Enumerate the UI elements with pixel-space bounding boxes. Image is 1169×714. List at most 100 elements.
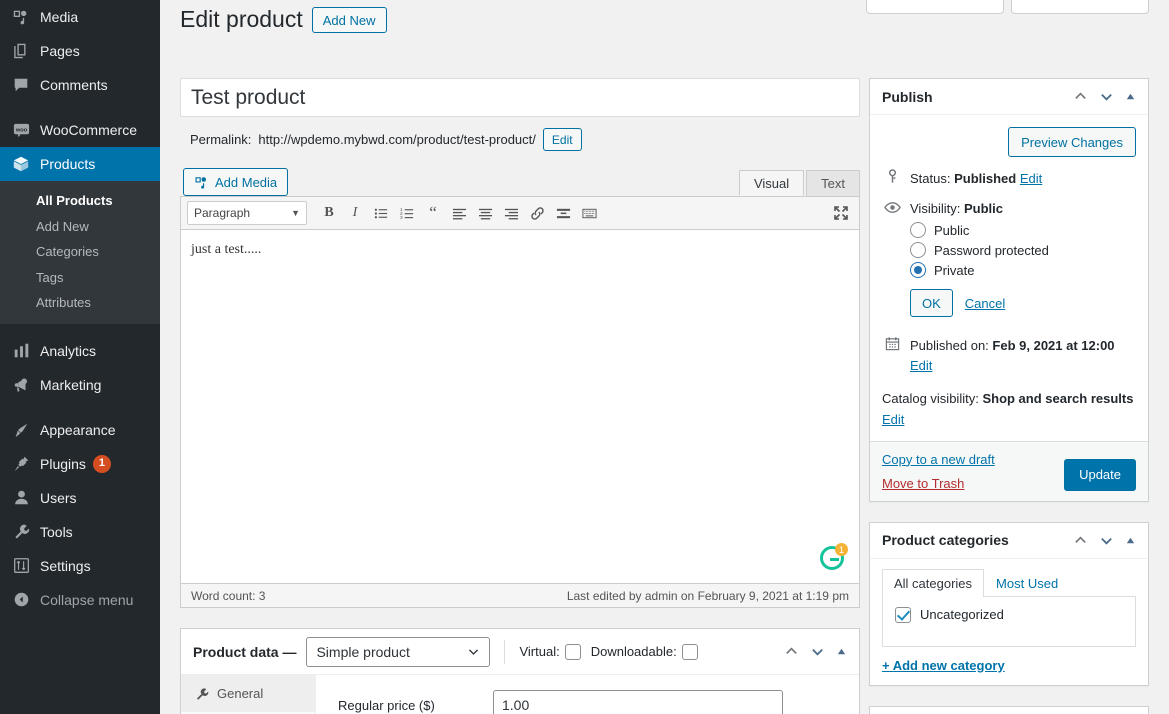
sidebar-item-analytics[interactable]: Analytics — [0, 334, 160, 368]
tab-most-used[interactable]: Most Used — [984, 569, 1070, 597]
sidebar-item-label: Plugins — [40, 455, 86, 472]
virtual-checkbox-label[interactable]: Virtual: — [519, 643, 581, 660]
move-down-icon[interactable] — [810, 644, 825, 659]
product-tags-header: Product tags — [870, 707, 1148, 714]
permalink-edit-button[interactable]: Edit — [542, 128, 582, 151]
submenu-item-categories[interactable]: Categories — [0, 239, 160, 265]
radio-public[interactable] — [910, 222, 926, 238]
sidebar-item-marketing[interactable]: Marketing — [0, 368, 160, 402]
grammarly-icon[interactable]: 1 — [820, 543, 848, 572]
sidebar-item-tools[interactable]: Tools — [0, 515, 160, 549]
move-up-icon[interactable] — [784, 644, 799, 659]
product-data-tab-general[interactable]: General — [181, 675, 315, 712]
help-button[interactable] — [1011, 0, 1149, 14]
link-icon[interactable] — [525, 201, 549, 225]
blockquote-icon[interactable]: “ — [421, 201, 445, 225]
editor-content-area[interactable]: just a test..... 1 — [180, 230, 860, 584]
product-title-input[interactable] — [191, 84, 849, 111]
editor-toolbar: Paragraph ▼ B I 123 “ — [180, 196, 860, 230]
sidebar-item-pages[interactable]: Pages — [0, 34, 160, 68]
visibility-option-password-protected[interactable]: Password protected — [910, 240, 1136, 260]
numbered-list-icon[interactable]: 123 — [395, 201, 419, 225]
move-up-icon[interactable] — [1073, 89, 1088, 104]
submenu-item-add-new[interactable]: Add New — [0, 214, 160, 240]
status-edit-link[interactable]: Edit — [1020, 171, 1042, 186]
published-on-edit-link[interactable]: Edit — [910, 358, 932, 373]
move-to-trash-link[interactable]: Move to Trash — [882, 476, 995, 491]
add-media-icon — [194, 175, 209, 190]
sidebar-item-label: Media — [40, 9, 79, 25]
sidebar-item-settings[interactable]: Settings — [0, 549, 160, 583]
downloadable-checkbox-label[interactable]: Downloadable: — [591, 643, 698, 660]
sidebar-item-woocommerce[interactable]: woo WooCommerce — [0, 113, 160, 147]
radio-password-protected[interactable] — [910, 242, 926, 258]
visibility-option-private[interactable]: Private — [910, 260, 1136, 280]
publish-major-actions: Copy to a new draft Move to Trash Update — [870, 440, 1148, 501]
sidebar-item-media[interactable]: Media — [0, 0, 160, 34]
sidebar-item-users[interactable]: Users — [0, 481, 160, 515]
sidebar-item-products[interactable]: Products — [0, 147, 168, 181]
copy-to-new-draft-link[interactable]: Copy to a new draft — [882, 452, 995, 467]
editor-status-bar: Word count: 3 Last edited by admin on Fe… — [180, 584, 860, 608]
publish-metabox-title: Publish — [882, 88, 933, 105]
radio-private[interactable] — [910, 262, 926, 278]
regular-price-input[interactable]: 1.00 — [493, 690, 783, 714]
align-center-icon[interactable] — [473, 201, 497, 225]
submenu-item-all-products[interactable]: All Products — [0, 188, 160, 214]
product-categories-title: Product categories — [882, 532, 1009, 549]
sidebar-separator — [0, 402, 160, 413]
preview-changes-button[interactable]: Preview Changes — [1008, 127, 1136, 157]
toolbar-toggle-icon[interactable] — [577, 201, 601, 225]
tab-all-categories[interactable]: All categories — [882, 568, 985, 597]
visibility-ok-button[interactable]: OK — [910, 289, 953, 317]
screen-options-button[interactable] — [866, 0, 1004, 14]
submenu-item-tags[interactable]: Tags — [0, 265, 160, 291]
bold-icon[interactable]: B — [317, 201, 341, 225]
product-title-wrap — [180, 78, 860, 117]
add-media-button[interactable]: Add Media — [183, 168, 289, 196]
add-new-category-link[interactable]: + Add new category — [882, 658, 1005, 673]
tab-text[interactable]: Text — [806, 170, 860, 196]
product-tags-metabox: Product tags — [869, 705, 1149, 714]
toggle-panel-icon[interactable] — [1125, 535, 1136, 546]
publish-metabox: Publish Preview Changes Status: Publishe… — [869, 78, 1149, 502]
downloadable-checkbox[interactable] — [681, 643, 698, 660]
category-item-uncategorized[interactable]: Uncategorized — [895, 606, 1123, 623]
admin-sidebar: Media Pages Comments woo WooCommerce Pro… — [0, 0, 168, 714]
update-button[interactable]: Update — [1064, 458, 1136, 491]
sidebar-item-comments[interactable]: Comments — [0, 68, 160, 102]
align-left-icon[interactable] — [447, 201, 471, 225]
product-type-select[interactable]: Simple product — [306, 636, 491, 667]
bulleted-list-icon[interactable] — [369, 201, 393, 225]
sidebar-item-collapse-menu[interactable]: Collapse menu — [0, 583, 160, 617]
paragraph-format-select[interactable]: Paragraph ▼ — [187, 201, 307, 225]
visibility-option-label: Password protected — [934, 242, 1049, 258]
toggle-panel-icon[interactable] — [1125, 91, 1136, 102]
status-value: Published — [954, 171, 1017, 186]
move-up-icon[interactable] — [1073, 533, 1088, 548]
tab-visual[interactable]: Visual — [738, 170, 805, 196]
category-checkbox[interactable] — [895, 606, 911, 623]
products-submenu: All Products Add New Categories Tags Att… — [0, 181, 160, 324]
sidebar-item-plugins[interactable]: Plugins 1 — [0, 447, 160, 481]
sidebar-item-appearance[interactable]: Appearance — [0, 413, 160, 447]
visibility-option-public[interactable]: Public — [910, 220, 1136, 240]
align-right-icon[interactable] — [499, 201, 523, 225]
visibility-option-label: Public — [934, 222, 970, 238]
move-down-icon[interactable] — [1099, 533, 1114, 548]
virtual-checkbox[interactable] — [564, 643, 581, 660]
permalink-url[interactable]: http://wpdemo.mybwd.com/product/test-pro… — [258, 132, 535, 147]
add-new-button[interactable]: Add New — [311, 7, 387, 33]
users-icon — [11, 488, 31, 508]
settings-icon — [11, 556, 31, 576]
catalog-visibility-edit-link[interactable]: Edit — [882, 412, 904, 427]
visibility-cancel-link[interactable]: Cancel — [965, 296, 1005, 311]
fullscreen-icon[interactable] — [829, 201, 853, 225]
read-more-icon[interactable] — [551, 201, 575, 225]
divider — [504, 639, 506, 664]
italic-icon[interactable]: I — [343, 201, 367, 225]
move-down-icon[interactable] — [1099, 89, 1114, 104]
toggle-panel-icon[interactable] — [836, 646, 847, 657]
submenu-item-attributes[interactable]: Attributes — [0, 290, 160, 316]
analytics-icon — [11, 341, 31, 361]
